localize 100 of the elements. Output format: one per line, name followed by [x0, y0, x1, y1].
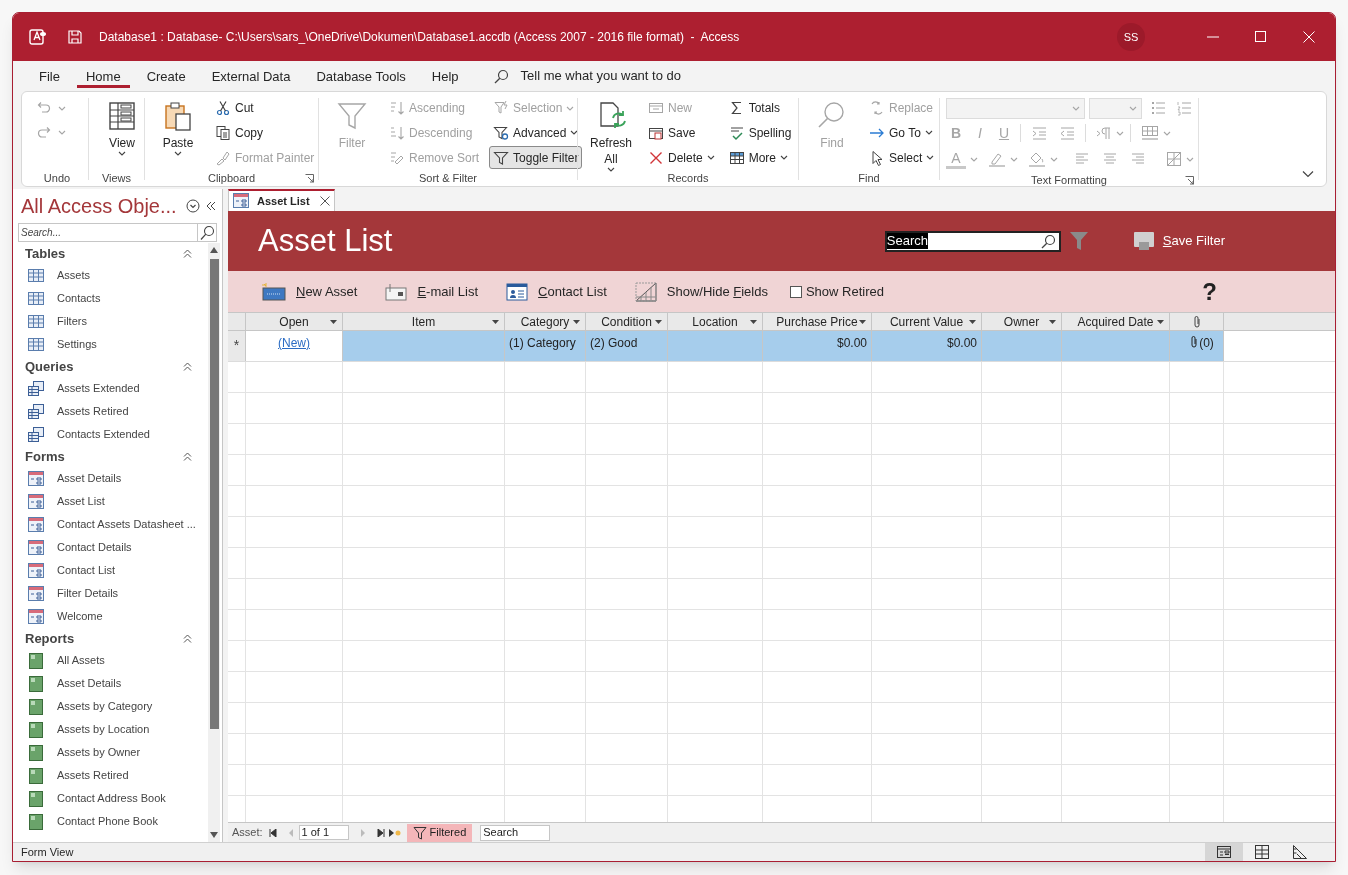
toolbar-button[interactable]: E-mail List [385, 281, 479, 302]
collapse-pane-icon[interactable] [206, 201, 216, 211]
first-record-icon[interactable] [268, 828, 277, 837]
nav-item[interactable]: Filters [57, 313, 87, 330]
ribbon-button[interactable]: Toggle Filter [489, 146, 583, 170]
dropdown-arrow-icon[interactable] [492, 320, 499, 324]
ribbon-button[interactable]: View [95, 97, 149, 169]
nav-item[interactable]: Assets Extended [57, 380, 140, 397]
column-header[interactable]: Location [668, 313, 763, 330]
new-record-icon[interactable] [388, 828, 401, 837]
column-header[interactable]: Owner [982, 313, 1062, 330]
column-header[interactable]: Current Value [872, 313, 982, 330]
nav-item[interactable]: Contacts Extended [57, 426, 150, 443]
column-header[interactable]: Purchase Price [763, 313, 872, 330]
dropdown-arrow-icon[interactable] [330, 320, 337, 324]
save-icon[interactable] [67, 29, 83, 45]
menu-tab[interactable]: Database Tools [307, 64, 415, 88]
nav-item[interactable]: Contact Address Book [57, 790, 166, 807]
record-selector[interactable]: * [228, 331, 246, 361]
search-field[interactable]: Search [884, 230, 1061, 252]
nav-item[interactable]: Asset Details [57, 675, 122, 692]
toolbar-button[interactable]: New Asset [262, 281, 358, 302]
save-filter-button[interactable]: Save Filter [1132, 231, 1225, 251]
nav-item[interactable]: Contact Assets Datasheet ... [57, 516, 196, 533]
nav-item[interactable]: Assets by Category [57, 698, 153, 715]
record-link[interactable]: (New) [278, 334, 310, 352]
alternate-row-color-icon[interactable] [1166, 151, 1182, 167]
collapse-ribbon-icon[interactable] [1302, 170, 1314, 178]
menu-tab[interactable]: External Data [202, 64, 300, 88]
collapse-group-icon[interactable] [183, 249, 192, 258]
collapse-group-icon[interactable] [183, 634, 192, 643]
dropdown-arrow-icon[interactable] [859, 320, 866, 324]
column-header[interactable]: Category [505, 313, 586, 330]
help-button[interactable]: ? [1202, 273, 1217, 310]
tell-me-field[interactable]: Tell me what you want to do [520, 66, 681, 86]
ribbon-button[interactable]: Cut [211, 96, 319, 120]
ribbon-button[interactable]: Spelling [724, 121, 796, 145]
paint-bucket-icon[interactable] [1028, 150, 1046, 168]
collapse-group-icon[interactable] [183, 362, 192, 371]
ribbon-button[interactable]: Refresh All [584, 97, 638, 169]
toolbar-button[interactable]: Contact List [506, 281, 607, 302]
ribbon-button[interactable]: Select [865, 146, 939, 170]
group-header[interactable]: Queries [25, 356, 183, 377]
ribbon-button[interactable]: Delete [644, 146, 719, 170]
ribbon-button[interactable]: Advanced [489, 121, 583, 145]
search-icon[interactable] [199, 224, 215, 241]
menu-tab[interactable]: Create [137, 64, 195, 88]
group-header[interactable]: Tables [25, 243, 183, 264]
ribbon-button[interactable]: Save [644, 121, 719, 145]
scrollbar[interactable] [208, 243, 220, 842]
dialog-launcher-icon[interactable] [305, 174, 314, 183]
bullet-list-icon[interactable] [1150, 100, 1166, 116]
close-icon[interactable] [319, 196, 330, 206]
nav-item[interactable]: Asset List [57, 493, 105, 510]
dropdown-arrow-icon[interactable] [1157, 320, 1164, 324]
dropdown-circle-icon[interactable] [186, 199, 200, 213]
maximize-icon[interactable] [1255, 31, 1267, 43]
search-field[interactable]: Search [480, 824, 551, 841]
dropdown-arrow-icon[interactable] [573, 320, 580, 324]
nav-item[interactable]: Contacts [57, 290, 101, 307]
paragraph-direction-icon[interactable] [1096, 125, 1112, 141]
nav-item[interactable]: Assets by Owner [57, 744, 141, 761]
dropdown-arrow-icon[interactable] [969, 320, 976, 324]
nav-item[interactable]: Settings [57, 336, 97, 353]
nav-item[interactable]: Filter Details [57, 585, 119, 602]
ribbon-button[interactable]: Totals [724, 96, 796, 120]
gridlines-icon[interactable] [1141, 125, 1159, 141]
nav-item[interactable]: Assets [57, 267, 90, 284]
nav-item[interactable]: Assets Retired [57, 403, 129, 420]
nav-item[interactable]: Assets by Location [57, 721, 150, 738]
group-header[interactable]: Reports [25, 628, 183, 649]
funnel-icon[interactable] [1068, 230, 1089, 252]
menu-tab[interactable]: Help [422, 64, 468, 88]
search-field[interactable]: Search... [18, 223, 217, 242]
record-position-field[interactable]: 1 of 1 [298, 825, 349, 840]
column-header[interactable]: Item [343, 313, 505, 330]
last-record-icon[interactable] [376, 828, 385, 837]
column-header[interactable]: Acquired Date [1062, 313, 1170, 330]
nav-item[interactable]: Assets Retired [57, 767, 129, 784]
dropdown-arrow-icon[interactable] [655, 320, 662, 324]
nav-item[interactable]: Contact List [57, 562, 116, 579]
column-header[interactable]: Condition [586, 313, 668, 330]
nav-item[interactable]: All Assets [57, 652, 105, 669]
user-avatar[interactable]: SS [1117, 23, 1145, 51]
ribbon-button[interactable]: More [724, 146, 796, 170]
show-retired-checkbox[interactable]: Show Retired [789, 281, 884, 302]
nav-item[interactable]: Contact Phone Book [57, 813, 158, 830]
document-tab[interactable]: Asset List [228, 189, 335, 211]
form-view-button[interactable] [1205, 843, 1243, 861]
menu-tab[interactable]: File [30, 64, 69, 88]
dropdown-arrow-icon[interactable] [1049, 320, 1056, 324]
ribbon-button[interactable]: Paste [151, 97, 205, 169]
collapse-group-icon[interactable] [183, 452, 192, 461]
ribbon-button[interactable]: Copy [211, 121, 319, 145]
nav-item[interactable]: Asset Details [57, 470, 122, 487]
filter-toggle[interactable]: Filtered [406, 823, 473, 842]
toolbar-button[interactable]: Show/Hide Fields [634, 281, 768, 302]
dropdown-arrow-icon[interactable] [750, 320, 757, 324]
ribbon-button[interactable]: Go To [865, 121, 939, 145]
group-header[interactable]: Forms [25, 446, 183, 467]
